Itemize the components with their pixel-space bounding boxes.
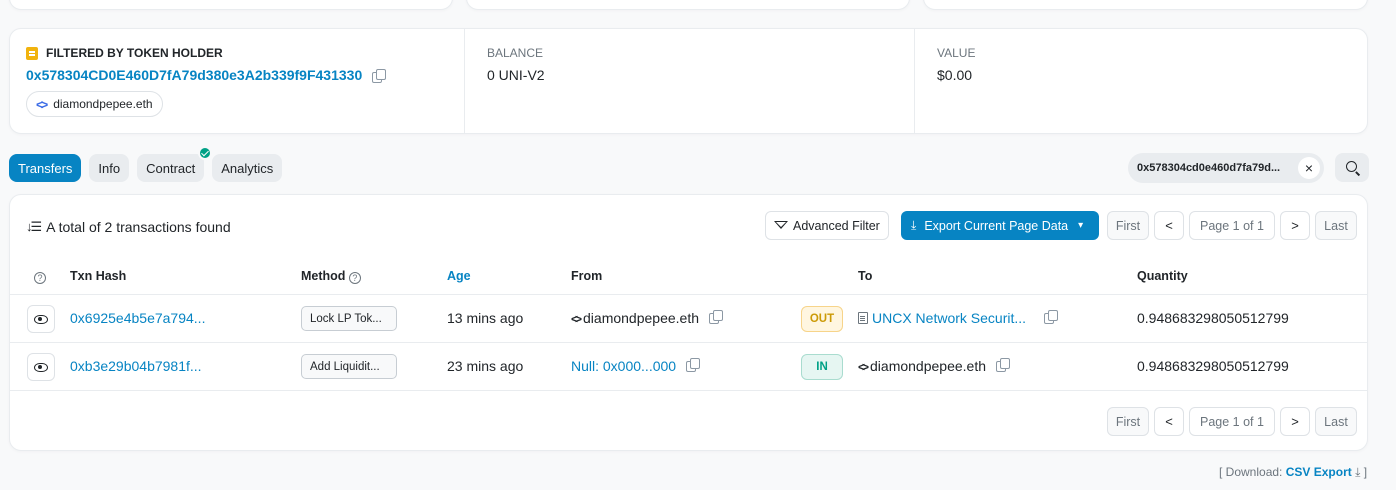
age-cell: 13 mins ago xyxy=(447,310,524,326)
ens-name-pill[interactable]: <> diamondpepee.eth xyxy=(26,91,163,117)
prev-page-button[interactable]: < xyxy=(1154,407,1184,436)
eye-icon xyxy=(34,314,48,324)
copy-icon[interactable] xyxy=(1043,310,1058,324)
from-cell[interactable]: Null: 0x000...000 xyxy=(571,358,700,374)
quantity-cell: 0.948683298050512799 xyxy=(1137,358,1289,374)
txn-hash-link[interactable]: 0x6925e4b5e7a794... xyxy=(70,310,205,326)
value-section: VALUE $0.00 xyxy=(914,29,1354,133)
next-page-button[interactable]: > xyxy=(1280,407,1310,436)
contract-file-icon xyxy=(858,312,868,324)
txn-hash-link[interactable]: 0xb3e29b04b7981f... xyxy=(70,358,202,374)
view-details-button[interactable] xyxy=(27,305,55,333)
search-button[interactable] xyxy=(1335,153,1369,182)
last-page-button[interactable]: Last xyxy=(1315,211,1357,240)
table-row: 0xb3e29b04b7981f... Add Liquidit... 23 m… xyxy=(10,343,1367,391)
value-value: $0.00 xyxy=(937,67,973,83)
tab-transfers[interactable]: Transfers xyxy=(9,154,82,182)
page-indicator: Page 1 of 1 xyxy=(1189,407,1275,436)
transactions-summary: ↓☰ A total of 2 transactions found xyxy=(26,219,231,235)
tab-info[interactable]: Info xyxy=(89,154,130,182)
tab-contract[interactable]: Contract xyxy=(137,146,213,182)
direction-badge-out: OUT xyxy=(801,306,843,332)
page-indicator: Page 1 of 1 xyxy=(1189,211,1275,240)
address-filter-text: 0x578304cd0e460d7fa79d... xyxy=(1137,162,1281,174)
search-icon xyxy=(1345,161,1357,172)
top-card-1 xyxy=(9,0,453,10)
first-page-button[interactable]: First xyxy=(1107,211,1149,240)
holder-title-text: FILTERED BY TOKEN HOLDER xyxy=(46,46,223,60)
clear-filter-button[interactable]: × xyxy=(1298,157,1320,179)
token-holder-card: FILTERED BY TOKEN HOLDER 0x578304CD0E460… xyxy=(9,28,1368,134)
csv-download-footer: [ Download: CSV Export ⤓ ] xyxy=(1219,465,1367,480)
header-method: Method ? xyxy=(301,269,361,284)
balance-section: BALANCE 0 UNI-V2 xyxy=(464,29,914,133)
prev-page-button[interactable]: < xyxy=(1154,211,1184,240)
advanced-filter-button[interactable]: Advanced Filter xyxy=(765,211,889,240)
verified-check-icon xyxy=(198,146,213,160)
chevron-down-icon: ▾ xyxy=(1078,220,1084,231)
value-label: VALUE xyxy=(937,46,976,60)
holder-address-row: 0x578304CD0E460D7fA79d380e3A2b339f9F4313… xyxy=(26,67,387,83)
pagination-bottom: First < Page 1 of 1 > Last xyxy=(1107,407,1357,436)
advanced-filter-label: Advanced Filter xyxy=(793,218,880,233)
header-txn-hash: Txn Hash xyxy=(70,269,127,283)
summary-text: A total of 2 transactions found xyxy=(46,219,231,235)
holder-title: FILTERED BY TOKEN HOLDER xyxy=(26,46,223,60)
balance-label: BALANCE xyxy=(487,46,544,60)
footer-suffix: ] xyxy=(1363,465,1368,479)
export-label: Export Current Page Data xyxy=(924,218,1069,233)
address-filter-pill: 0x578304cd0e460d7fa79d... × xyxy=(1128,153,1324,183)
footer-prefix: [ Download: xyxy=(1219,465,1283,479)
age-cell: 23 mins ago xyxy=(447,358,524,374)
to-cell[interactable]: <> diamondpepee.eth xyxy=(858,358,1010,374)
tab-contract-label: Contract xyxy=(146,160,196,176)
first-page-button[interactable]: First xyxy=(1107,407,1149,436)
sort-icon: ↓☰ xyxy=(26,219,42,234)
from-cell[interactable]: <> diamondpepee.eth xyxy=(571,310,723,326)
filter-icon xyxy=(774,220,788,231)
holder-address-link[interactable]: 0x578304CD0E460D7fA79d380e3A2b339f9F4313… xyxy=(26,67,362,83)
balance-value: 0 UNI-V2 xyxy=(487,67,545,83)
copy-icon[interactable] xyxy=(995,358,1010,372)
header-age[interactable]: Age xyxy=(447,269,471,283)
to-cell[interactable]: UNCX Network Securit... xyxy=(858,310,1058,326)
header-quantity: Quantity xyxy=(1137,269,1188,283)
pagination-top: First < Page 1 of 1 > Last xyxy=(1107,211,1357,240)
last-page-button[interactable]: Last xyxy=(1315,407,1357,436)
ens-icon: <> xyxy=(36,96,48,112)
top-card-3 xyxy=(923,0,1368,10)
table-header: ? Txn Hash Method ? Age From To Quantity xyxy=(10,261,1367,295)
tab-analytics[interactable]: Analytics xyxy=(212,154,283,182)
copy-icon[interactable] xyxy=(708,310,723,324)
copy-icon[interactable] xyxy=(685,358,700,372)
method-badge: Add Liquidit... xyxy=(301,354,397,379)
transfers-card: ↓☰ A total of 2 transactions found Advan… xyxy=(9,194,1368,451)
next-page-button[interactable]: > xyxy=(1280,211,1310,240)
holder-section: FILTERED BY TOKEN HOLDER 0x578304CD0E460… xyxy=(26,29,456,133)
download-icon: ⤓ xyxy=(1355,465,1361,479)
eye-icon xyxy=(34,362,48,372)
ens-icon: <> xyxy=(858,360,869,374)
method-help-icon[interactable]: ? xyxy=(348,272,361,284)
help-icon[interactable]: ? xyxy=(34,269,46,284)
quantity-cell: 0.948683298050512799 xyxy=(1137,310,1289,326)
export-page-data-button[interactable]: ⤓ Export Current Page Data ▾ xyxy=(901,211,1099,240)
header-from: From xyxy=(571,269,603,283)
ens-icon: <> xyxy=(571,312,582,326)
copy-icon[interactable] xyxy=(372,68,387,83)
token-icon xyxy=(26,46,38,60)
method-badge: Lock LP Tok... xyxy=(301,306,397,331)
table-row: 0x6925e4b5e7a794... Lock LP Tok... 13 mi… xyxy=(10,295,1367,343)
view-details-button[interactable] xyxy=(27,353,55,381)
tab-bar: Transfers Info Contract Analytics xyxy=(9,146,283,182)
direction-badge-in: IN xyxy=(801,354,843,380)
ens-name: diamondpepee.eth xyxy=(53,97,153,111)
top-card-2 xyxy=(466,0,910,10)
csv-export-link[interactable]: CSV Export xyxy=(1286,465,1352,479)
download-icon: ⤓ xyxy=(911,218,917,232)
header-to: To xyxy=(858,269,873,283)
